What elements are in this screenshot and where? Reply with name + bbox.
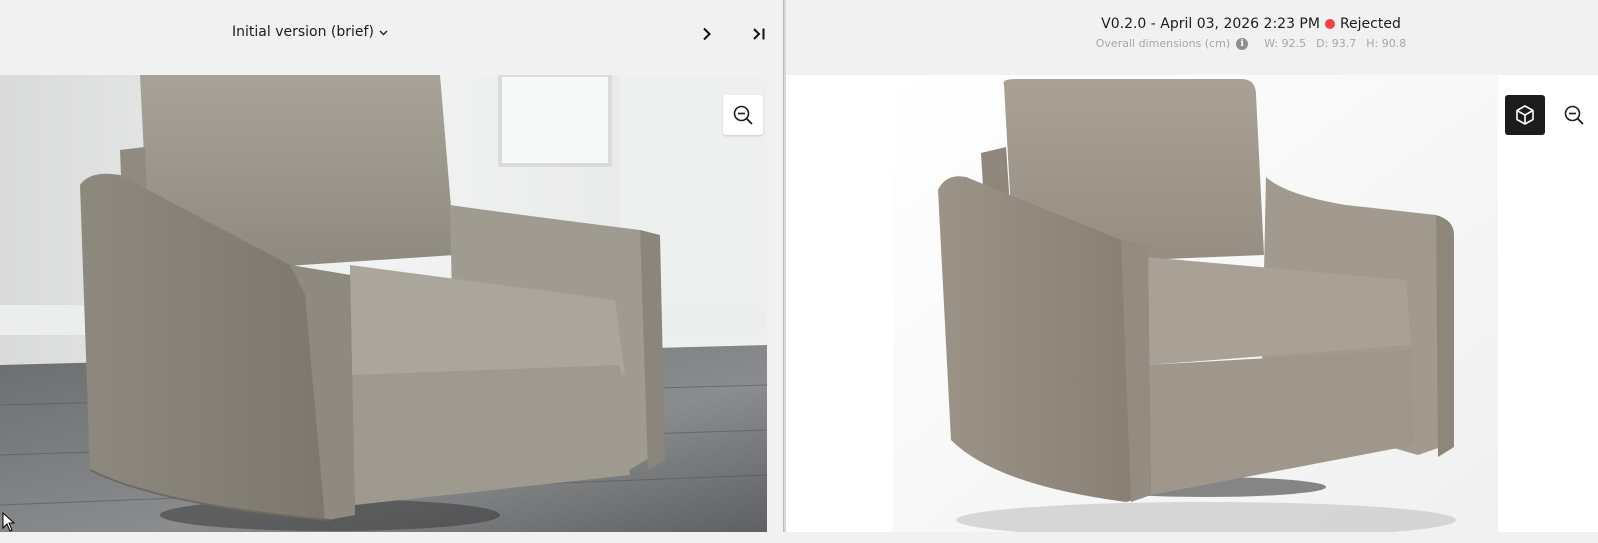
cube-3d-icon [1516,105,1534,125]
dimension-width: W: 92.5 [1264,37,1307,50]
version-compare-view: Initial version (brief) V0.2.0 - April 0… [0,0,1598,543]
armchair-room-photo [0,75,767,532]
right-pane: V0.2.0 - April 03, 2026 2:23 PM Rejected… [786,0,1598,543]
skip-to-last-icon [753,28,765,40]
dimension-height: H: 90.8 [1366,37,1407,50]
bottom-strip [0,532,1598,543]
chevron-down-icon [379,26,388,39]
version-dropdown[interactable]: Initial version (brief) [232,24,388,40]
info-icon[interactable]: i [1236,37,1249,50]
left-header: Initial version (brief) [0,0,783,75]
3d-view-button[interactable] [1505,95,1545,135]
version-meta: V0.2.0 - April 03, 2026 2:23 PM Rejected… [786,16,1598,50]
zoom-out-icon [733,105,753,125]
mouse-cursor-icon [2,512,16,532]
last-version-button[interactable] [747,22,771,46]
next-version-button[interactable] [695,22,719,46]
version-info: V0.2.0 - April 03, 2026 2:23 PM Rejected [786,16,1598,32]
version-date: V0.2.0 - April 03, 2026 2:23 PM [1101,16,1320,32]
dimensions-row: Overall dimensions (cm) i W: 92.5 D: 93.… [786,37,1598,50]
dimension-depth: D: 93.7 [1316,37,1357,50]
status-label: Rejected [1339,16,1401,32]
zoom-out-button[interactable] [1554,95,1594,135]
dimensions-label: Overall dimensions (cm) [1095,37,1231,50]
armchair-3d-render [893,75,1498,532]
version-dropdown-label: Initial version (brief) [232,24,374,40]
status-dot [1324,19,1335,29]
zoom-out-button[interactable] [723,95,763,135]
render-image-viewer[interactable] [786,75,1598,532]
reference-image-viewer[interactable] [0,75,767,532]
zoom-out-icon [1564,105,1584,125]
left-pane: Initial version (brief) [0,0,783,543]
chevron-right-icon [703,27,711,41]
right-header: V0.2.0 - April 03, 2026 2:23 PM Rejected… [786,0,1598,75]
